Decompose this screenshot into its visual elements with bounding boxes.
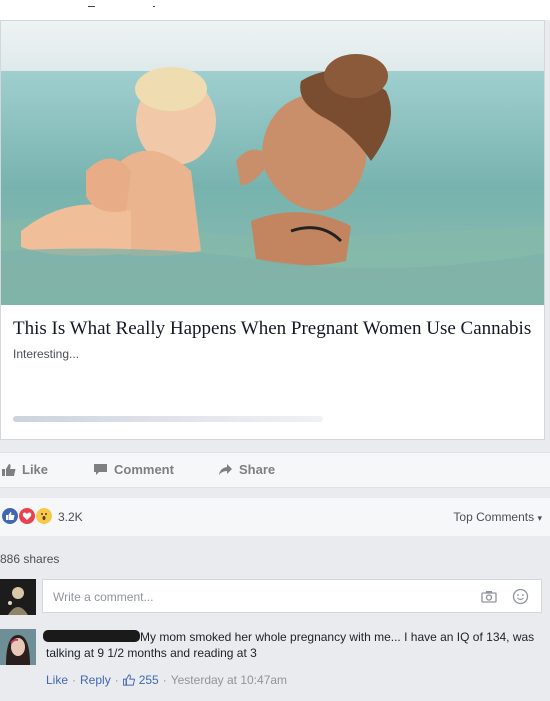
comment-reply-link[interactable]: Reply	[80, 673, 111, 687]
top-strip	[0, 0, 550, 20]
caret-down-icon: ▾	[537, 513, 542, 523]
reaction-icons[interactable]	[2, 508, 53, 524]
separator-dot: ·	[114, 673, 119, 687]
comment-button[interactable]: Comment	[93, 462, 174, 477]
speech-bubble-icon	[94, 464, 107, 475]
comment-text: My mom smoked her whole pregnancy with m…	[46, 630, 535, 660]
emoji-icon[interactable]	[512, 588, 529, 605]
love-icon	[19, 508, 35, 524]
comment-placeholder: Write a comment...	[53, 590, 154, 604]
blurred-source-domain	[13, 416, 323, 422]
separator-dot: ·	[72, 673, 77, 687]
reaction-count[interactable]: 3.2K	[58, 510, 83, 524]
divider	[153, 6, 155, 7]
post-actions-bar: Like Comment Share	[0, 452, 550, 488]
wow-icon	[36, 508, 52, 524]
comment-meta: Like · Reply · 255 · Yesterday at 10:47a…	[46, 673, 287, 687]
share-arrow-icon	[219, 464, 232, 475]
article-headline[interactable]: This Is What Really Happens When Pregnan…	[13, 317, 533, 340]
card-text: This Is What Really Happens When Pregnan…	[13, 317, 533, 361]
like-icon	[2, 508, 18, 524]
top-comments-dropdown[interactable]: Top Comments ▾	[453, 510, 542, 524]
share-label: Share	[239, 462, 276, 477]
share-button[interactable]: Share	[218, 462, 275, 477]
divider	[88, 6, 95, 7]
top-comments-label: Top Comments	[453, 510, 535, 524]
comment-item: My mom smoked her whole pregnancy with m…	[0, 627, 550, 697]
comment-like-count[interactable]: 255	[139, 673, 159, 687]
link-preview-card[interactable]: This Is What Really Happens When Pregnan…	[0, 20, 545, 440]
reactions-bar: 3.2K Top Comments ▾	[0, 498, 550, 536]
camera-icon[interactable]	[481, 590, 497, 603]
comment-timestamp[interactable]: Yesterday at 10:47am	[171, 673, 287, 687]
avatar[interactable]	[0, 579, 36, 615]
thumbs-up-icon	[122, 674, 135, 686]
comment-input[interactable]: Write a comment...	[42, 579, 542, 613]
separator-dot: ·	[162, 673, 167, 687]
like-label: Like	[22, 462, 49, 477]
beach-photo	[1, 21, 544, 305]
thumbs-up-icon	[2, 463, 16, 476]
comment-composer: Write a comment...	[0, 577, 550, 619]
comment-label: Comment	[114, 462, 174, 477]
article-photo[interactable]	[1, 21, 544, 305]
article-subtitle: Interesting...	[13, 347, 80, 361]
shares-count[interactable]: 886 shares	[0, 552, 59, 566]
comment-like-link[interactable]: Like	[46, 673, 68, 687]
like-button[interactable]: Like	[2, 462, 48, 477]
avatar[interactable]	[0, 629, 36, 665]
